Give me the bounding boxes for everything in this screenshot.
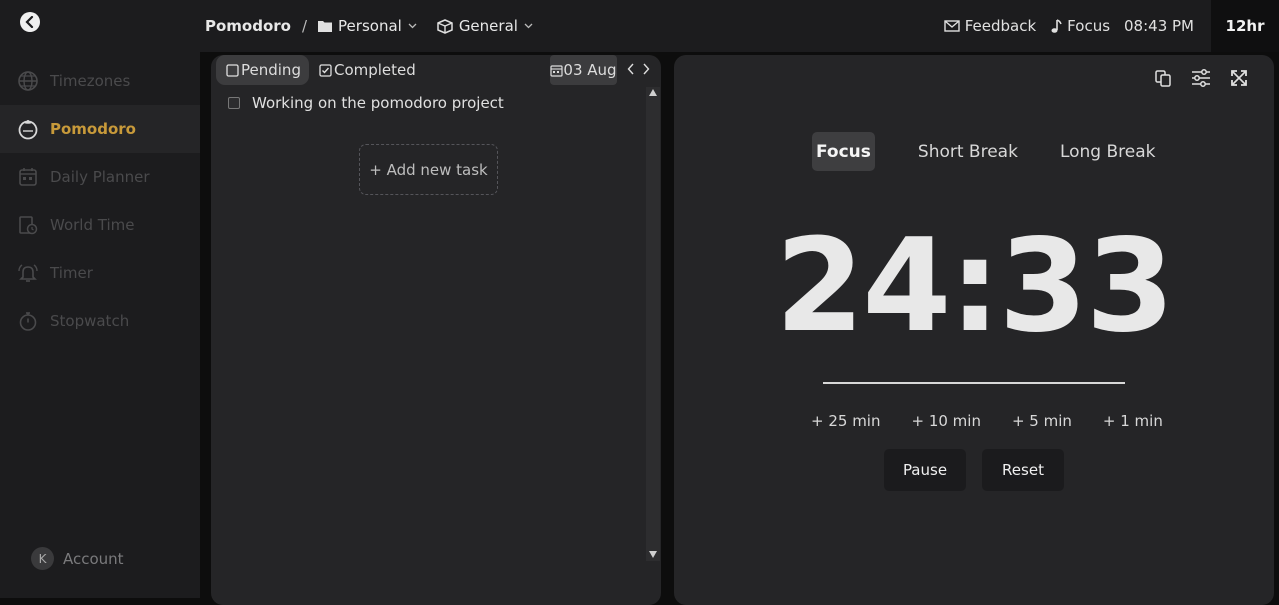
feedback-button[interactable]: Feedback <box>944 17 1036 35</box>
calendar-icon <box>17 166 39 188</box>
breadcrumb: Pomodoro / Personal General <box>200 17 552 35</box>
top-bar: Pomodoro / Personal General Feedback Foc… <box>200 0 1279 52</box>
tab-completed[interactable]: Completed <box>309 55 424 85</box>
sidebar-item-timezones[interactable]: Timezones <box>0 57 200 105</box>
scroll-up-arrow-icon[interactable] <box>649 89 657 96</box>
checkbox-empty-icon <box>226 63 239 77</box>
time-increments: + 25 min + 10 min + 5 min + 1 min <box>811 412 1194 430</box>
sidebar-item-stopwatch[interactable]: Stopwatch <box>0 297 200 345</box>
mail-icon <box>944 20 960 32</box>
top-right-controls: Feedback Focus 08:43 PM 12hr <box>944 0 1279 52</box>
sidebar-nav: Timezones Pomodoro Daily Planner World T… <box>0 57 200 345</box>
sidebar-item-label: Stopwatch <box>50 312 130 330</box>
task-text: Working on the pomodoro project <box>252 94 504 112</box>
add-5-min-button[interactable]: + 5 min <box>1012 412 1072 430</box>
feedback-label: Feedback <box>964 17 1037 35</box>
folder-label: Personal <box>338 17 402 35</box>
sidebar-item-label: World Time <box>50 216 135 234</box>
timer-controls: Pause Reset <box>884 449 1064 491</box>
focus-music-button[interactable]: Focus <box>1050 17 1110 35</box>
chevron-down-icon <box>524 23 533 29</box>
alarm-bell-icon <box>17 262 39 284</box>
tab-short-break[interactable]: Short Break <box>914 132 1022 171</box>
chevron-right-icon[interactable] <box>642 63 650 75</box>
add-25-min-button[interactable]: + 25 min <box>811 412 880 430</box>
avatar: K <box>31 547 54 570</box>
sidebar-item-label: Pomodoro <box>50 120 136 138</box>
clock-format-toggle[interactable]: 12hr <box>1211 0 1279 52</box>
settings-sliders-icon[interactable] <box>1191 69 1211 87</box>
checkbox-checked-icon <box>319 63 332 77</box>
sidebar-item-label: Timezones <box>50 72 131 90</box>
music-note-icon <box>1051 19 1062 33</box>
back-button[interactable] <box>20 12 40 32</box>
tab-pending-label: Pending <box>241 61 301 79</box>
tasks-panel: Pending Completed 03 Aug Working on the … <box>211 55 661 605</box>
calendar-icon <box>550 64 564 77</box>
chevron-left-icon[interactable] <box>627 63 635 75</box>
timer-toolbar <box>1154 69 1248 87</box>
sidebar-item-world-time[interactable]: World Time <box>0 201 200 249</box>
sidebar: Timezones Pomodoro Daily Planner World T… <box>0 0 200 598</box>
mode-tabs: Focus Short Break Long Break <box>812 132 1193 171</box>
tab-pending[interactable]: Pending <box>216 55 309 85</box>
chevron-down-icon <box>408 23 417 29</box>
date-navigation <box>627 63 650 75</box>
chevron-left-icon <box>25 16 34 28</box>
reset-button[interactable]: Reset <box>982 449 1064 491</box>
list-item: Working on the pomodoro project <box>228 94 504 112</box>
add-10-min-button[interactable]: + 10 min <box>911 412 980 430</box>
pause-button[interactable]: Pause <box>884 449 966 491</box>
scroll-down-arrow-icon[interactable] <box>649 551 657 558</box>
sidebar-item-daily-planner[interactable]: Daily Planner <box>0 153 200 201</box>
add-task-button[interactable]: + Add new task <box>359 144 498 195</box>
stopwatch-icon <box>17 310 39 332</box>
folder-dropdown[interactable]: Personal <box>317 17 422 35</box>
focus-label: Focus <box>1067 17 1111 35</box>
timer-display: 24:33 <box>775 212 1174 361</box>
date-picker[interactable]: 03 Aug <box>550 55 617 85</box>
add-1-min-button[interactable]: + 1 min <box>1103 412 1163 430</box>
timer-panel: Focus Short Break Long Break 24:33 + 25 … <box>674 55 1274 605</box>
sidebar-item-label: Daily Planner <box>50 168 150 186</box>
fullscreen-icon[interactable] <box>1230 69 1248 87</box>
category-dropdown[interactable]: General <box>436 17 538 35</box>
globe-icon <box>17 70 39 92</box>
timer-progress-line <box>823 382 1125 384</box>
account-button[interactable]: K Account <box>31 547 124 570</box>
world-clock-icon <box>17 214 39 236</box>
breadcrumb-separator: / <box>301 17 308 35</box>
task-checkbox[interactable] <box>228 97 240 109</box>
folder-icon <box>318 21 333 32</box>
task-tabs: Pending Completed <box>216 55 424 85</box>
copy-icon[interactable] <box>1154 69 1172 87</box>
tab-completed-label: Completed <box>333 61 416 79</box>
current-time: 08:43 PM <box>1124 17 1194 35</box>
tab-focus[interactable]: Focus <box>812 132 875 171</box>
scrollbar[interactable] <box>646 87 660 561</box>
account-label: Account <box>63 549 124 568</box>
box-icon <box>437 19 453 34</box>
sidebar-item-label: Timer <box>50 264 93 282</box>
category-label: General <box>458 17 518 35</box>
tomato-icon <box>17 118 39 140</box>
sidebar-item-timer[interactable]: Timer <box>0 249 200 297</box>
page-title: Pomodoro <box>205 17 291 35</box>
date-label: 03 Aug <box>563 61 617 79</box>
sidebar-item-pomodoro[interactable]: Pomodoro <box>0 105 200 153</box>
tab-long-break[interactable]: Long Break <box>1056 132 1160 171</box>
